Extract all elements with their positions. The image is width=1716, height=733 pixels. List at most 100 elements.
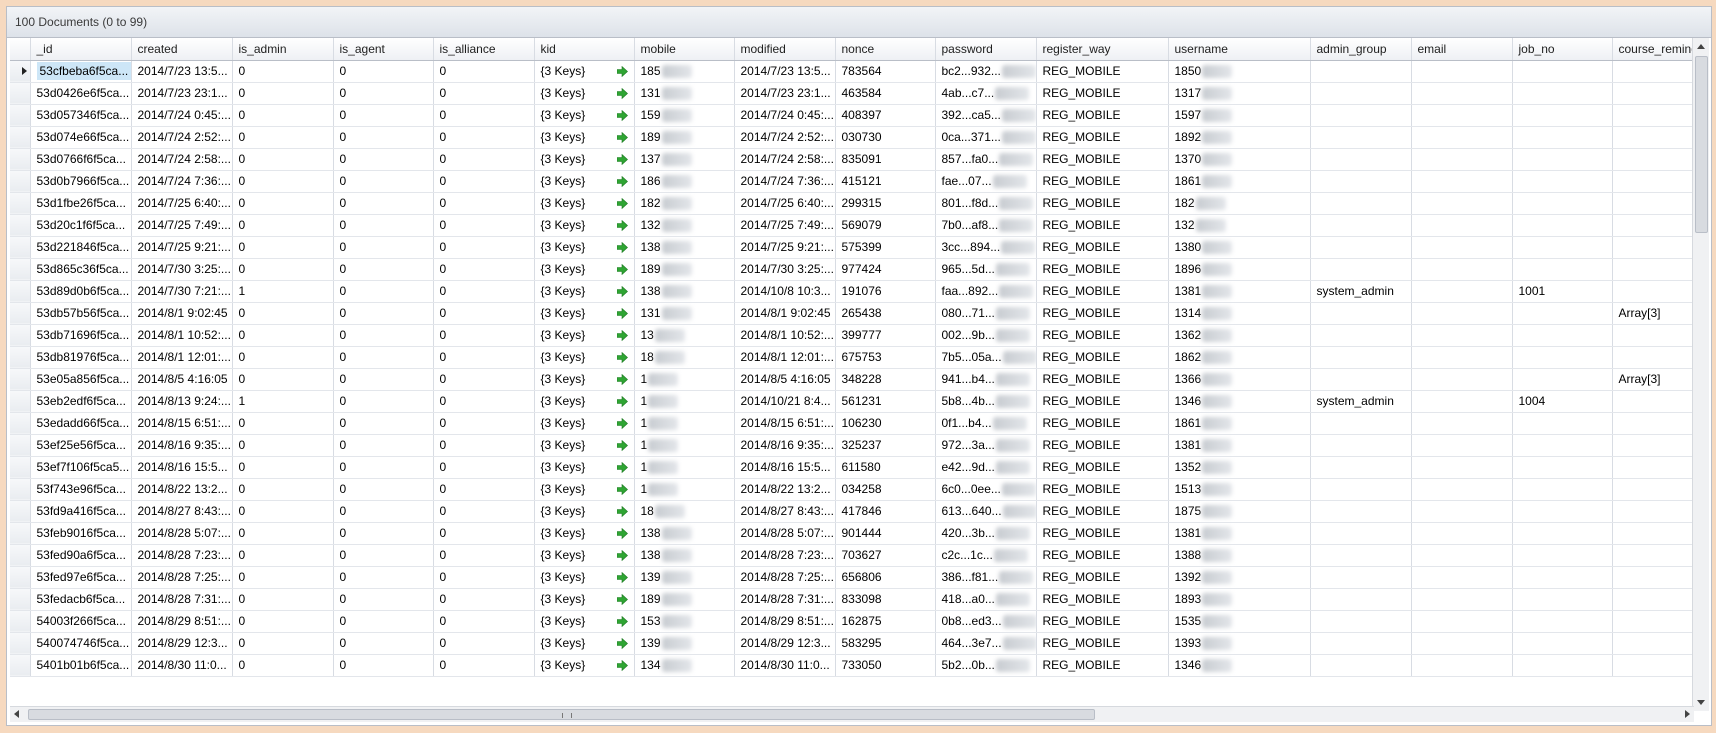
cell-job-no[interactable] xyxy=(1512,346,1613,369)
cell-password[interactable]: 0f1...b4... xyxy=(935,412,1037,435)
cell-admin-group[interactable] xyxy=(1310,126,1412,149)
cell-is-alliance[interactable]: 0 xyxy=(433,654,535,677)
cell-email[interactable] xyxy=(1411,104,1513,127)
cell-admin-group[interactable] xyxy=(1310,522,1412,545)
column-header-mobile[interactable]: mobile xyxy=(634,38,735,61)
cell-is-agent[interactable]: 0 xyxy=(333,456,434,479)
column-header-is-alliance[interactable]: is_alliance xyxy=(433,38,535,61)
cell-admin-group[interactable]: system_admin xyxy=(1310,390,1412,413)
cell-created[interactable]: 2014/8/28 5:07:... xyxy=(131,522,233,545)
cell-is-alliance[interactable]: 0 xyxy=(433,368,535,391)
column-header--id[interactable]: _id xyxy=(30,38,132,61)
cell-modified[interactable]: 2014/7/24 7:36:... xyxy=(734,170,836,193)
cell-is-agent[interactable]: 0 xyxy=(333,368,434,391)
table-row[interactable]: 53d0b7966f5ca... 2014/7/24 7:36:... 0 0 0 {3 … xyxy=(10,170,1696,193)
cell-job-no[interactable] xyxy=(1512,456,1613,479)
cell-modified[interactable]: 2014/7/24 2:52:... xyxy=(734,126,836,149)
cell-is-agent[interactable]: 0 xyxy=(333,412,434,435)
cell-is-agent[interactable]: 0 xyxy=(333,346,434,369)
cell-is-agent[interactable]: 0 xyxy=(333,236,434,259)
cell-is-admin[interactable]: 0 xyxy=(232,654,334,677)
cell-email[interactable] xyxy=(1411,390,1513,413)
cell-modified[interactable]: 2014/7/30 3:25:... xyxy=(734,258,836,281)
cell-is-admin[interactable]: 0 xyxy=(232,632,334,655)
cell-id[interactable]: 53d89d0b6f5ca... xyxy=(30,280,132,303)
go-arrow-icon[interactable] xyxy=(616,351,628,363)
cell-modified[interactable]: 2014/10/21 8:4... xyxy=(734,390,836,413)
cell-is-admin[interactable]: 0 xyxy=(232,324,334,347)
cell-is-alliance[interactable]: 0 xyxy=(433,148,535,171)
cell-is-admin[interactable]: 0 xyxy=(232,588,334,611)
cell-course-reminde[interactable] xyxy=(1612,104,1696,127)
cell-email[interactable] xyxy=(1411,566,1513,589)
cell-kid[interactable]: {3 Keys} xyxy=(534,500,635,523)
cell-password[interactable]: e42...9d... xyxy=(935,456,1037,479)
cell-id[interactable]: 53d221846f5ca... xyxy=(30,236,132,259)
cell-email[interactable] xyxy=(1411,170,1513,193)
cell-job-no[interactable] xyxy=(1512,478,1613,501)
column-header-is-agent[interactable]: is_agent xyxy=(333,38,434,61)
cell-job-no[interactable] xyxy=(1512,412,1613,435)
cell-is-alliance[interactable]: 0 xyxy=(433,302,535,325)
row-selector[interactable] xyxy=(10,654,31,677)
cell-password[interactable]: 420...3b... xyxy=(935,522,1037,545)
cell-created[interactable]: 2014/8/28 7:25:... xyxy=(131,566,233,589)
cell-is-admin[interactable]: 0 xyxy=(232,60,334,83)
cell-course-reminde[interactable] xyxy=(1612,324,1696,347)
cell-nonce[interactable]: 783564 xyxy=(835,60,936,83)
cell-admin-group[interactable] xyxy=(1310,566,1412,589)
cell-is-agent[interactable]: 0 xyxy=(333,214,434,237)
cell-course-reminde[interactable] xyxy=(1612,60,1696,83)
row-selector[interactable] xyxy=(10,478,31,501)
cell-username[interactable]: 1366 xyxy=(1168,368,1311,391)
go-arrow-icon[interactable] xyxy=(616,197,628,209)
cell-register-way[interactable]: REG_MOBILE xyxy=(1036,258,1169,281)
go-arrow-icon[interactable] xyxy=(616,329,628,341)
cell-id[interactable]: 53fedacb6f5ca... xyxy=(30,588,132,611)
column-header-password[interactable]: password xyxy=(935,38,1037,61)
cell-admin-group[interactable] xyxy=(1310,324,1412,347)
cell-nonce[interactable]: 415121 xyxy=(835,170,936,193)
cell-password[interactable]: 0ca...371... xyxy=(935,126,1037,149)
row-selector[interactable] xyxy=(10,258,31,281)
cell-kid[interactable]: {3 Keys} xyxy=(534,588,635,611)
cell-password[interactable]: c2c...1c... xyxy=(935,544,1037,567)
row-selector[interactable] xyxy=(10,104,31,127)
cell-register-way[interactable]: REG_MOBILE xyxy=(1036,390,1169,413)
cell-admin-group[interactable] xyxy=(1310,192,1412,215)
cell-modified[interactable]: 2014/8/15 6:51:... xyxy=(734,412,836,435)
cell-password[interactable]: 965...5d... xyxy=(935,258,1037,281)
table-row[interactable]: 53ef25e56f5ca... 2014/8/16 9:35:... 0 0 0 {3 … xyxy=(10,434,1696,457)
cell-kid[interactable]: {3 Keys} xyxy=(534,456,635,479)
cell-password[interactable]: 386...f81... xyxy=(935,566,1037,589)
cell-email[interactable] xyxy=(1411,280,1513,303)
cell-register-way[interactable]: REG_MOBILE xyxy=(1036,192,1169,215)
horizontal-scrollbar[interactable] xyxy=(10,706,1694,722)
cell-admin-group[interactable] xyxy=(1310,236,1412,259)
cell-nonce[interactable]: 835091 xyxy=(835,148,936,171)
cell-mobile[interactable]: 185 xyxy=(634,60,735,83)
cell-is-admin[interactable]: 0 xyxy=(232,434,334,457)
row-selector[interactable] xyxy=(10,170,31,193)
cell-mobile[interactable]: 1 xyxy=(634,390,735,413)
cell-nonce[interactable]: 611580 xyxy=(835,456,936,479)
cell-id[interactable]: 53db57b56f5ca... xyxy=(30,302,132,325)
cell-id[interactable]: 53d0426e6f5ca... xyxy=(30,82,132,105)
cell-job-no[interactable] xyxy=(1512,148,1613,171)
cell-is-agent[interactable]: 0 xyxy=(333,544,434,567)
cell-is-agent[interactable]: 0 xyxy=(333,478,434,501)
cell-kid[interactable]: {3 Keys} xyxy=(534,214,635,237)
cell-mobile[interactable]: 189 xyxy=(634,126,735,149)
cell-course-reminde[interactable] xyxy=(1612,280,1696,303)
cell-modified[interactable]: 2014/7/25 6:40:... xyxy=(734,192,836,215)
cell-is-admin[interactable]: 0 xyxy=(232,566,334,589)
cell-email[interactable] xyxy=(1411,544,1513,567)
cell-nonce[interactable]: 399777 xyxy=(835,324,936,347)
cell-id[interactable]: 53d0b7966f5ca... xyxy=(30,170,132,193)
cell-created[interactable]: 2014/8/16 15:5... xyxy=(131,456,233,479)
cell-is-agent[interactable]: 0 xyxy=(333,654,434,677)
cell-mobile[interactable]: 18 xyxy=(634,500,735,523)
cell-email[interactable] xyxy=(1411,588,1513,611)
go-arrow-icon[interactable] xyxy=(616,461,628,473)
cell-is-alliance[interactable]: 0 xyxy=(433,346,535,369)
